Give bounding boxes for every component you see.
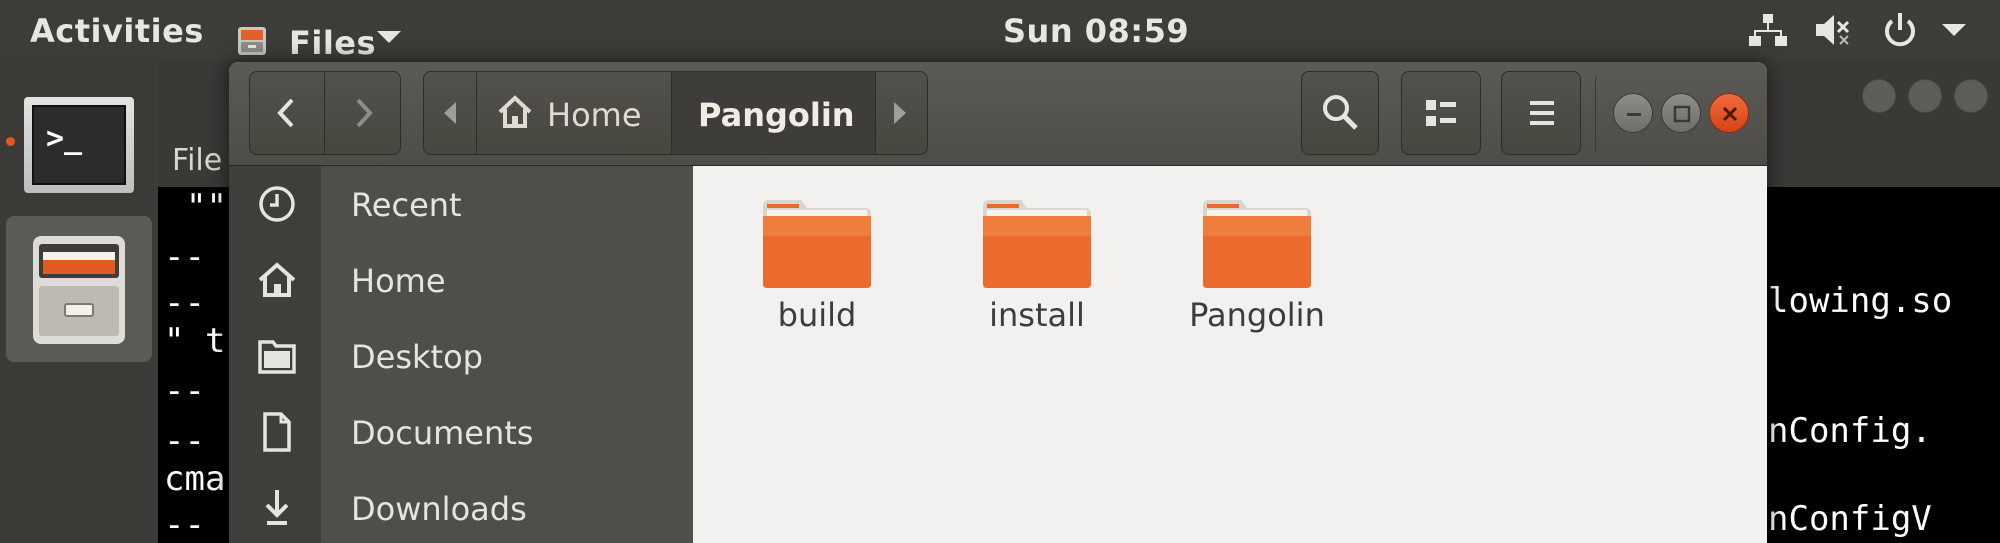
sidebar-item-label: Documents bbox=[351, 414, 534, 452]
sidebar-item-label: Downloads bbox=[351, 490, 527, 528]
minimize-icon bbox=[1627, 113, 1641, 116]
file-view: build install Pangolin bbox=[693, 166, 1767, 543]
folder-item[interactable]: build bbox=[731, 196, 881, 336]
path-scroll-right-icon[interactable] bbox=[888, 100, 912, 126]
chevron-down-icon bbox=[377, 31, 401, 43]
sidebar-item-downloads[interactable]: Downloads bbox=[229, 470, 693, 543]
file-cabinet-icon bbox=[33, 236, 125, 344]
terminal-line: cma bbox=[164, 459, 226, 499]
terminal-prompt: >_ bbox=[46, 121, 83, 156]
terminal-icon[interactable]: >_ bbox=[24, 97, 134, 193]
folder-item[interactable]: install bbox=[951, 196, 1101, 336]
forward-button[interactable] bbox=[348, 96, 378, 130]
path-item-home[interactable]: Home bbox=[476, 72, 672, 154]
dock: >_ bbox=[0, 59, 158, 543]
sidebar-item-documents[interactable]: Documents bbox=[229, 394, 693, 470]
network-icon[interactable] bbox=[1748, 12, 1788, 48]
folder-item[interactable]: Pangolin bbox=[1171, 196, 1325, 336]
places-sidebar: Recent Home Desktop Documents Downloads bbox=[229, 166, 693, 543]
folder-icon bbox=[763, 200, 871, 288]
clock-icon bbox=[259, 186, 295, 222]
home-icon bbox=[258, 262, 296, 297]
terminal-line: -- bbox=[164, 505, 205, 543]
sidebar-item-label: Home bbox=[351, 262, 446, 300]
back-button[interactable] bbox=[272, 96, 302, 130]
path-item-current[interactable]: Pangolin bbox=[672, 72, 876, 154]
maximize-icon bbox=[1673, 105, 1691, 123]
activities-button[interactable]: Activities bbox=[30, 12, 204, 50]
terminal-line: lowing.so bbox=[1768, 281, 1953, 321]
system-menu-chevron-icon[interactable] bbox=[1942, 24, 1966, 36]
search-icon bbox=[1323, 95, 1358, 130]
path-current-label: Pangolin bbox=[698, 96, 855, 134]
terminal-line: nConfigV bbox=[1768, 499, 1932, 539]
sidebar-item-home[interactable]: Home bbox=[229, 242, 693, 318]
app-menu-label: Files bbox=[289, 24, 377, 62]
running-indicator bbox=[6, 137, 15, 146]
terminal-line: -- bbox=[164, 237, 205, 277]
power-icon[interactable] bbox=[1880, 12, 1920, 48]
sidebar-item-label: Desktop bbox=[351, 338, 483, 376]
terminal-line: -- bbox=[164, 421, 205, 461]
sidebar-item-recent[interactable]: Recent bbox=[229, 166, 693, 242]
document-icon bbox=[263, 412, 291, 452]
files-window: Home Pangolin Recent Home Desktop Docume… bbox=[229, 62, 1767, 543]
terminal-line: -- bbox=[164, 283, 205, 323]
folder-name: build bbox=[777, 296, 857, 334]
hamburger-menu-icon bbox=[1530, 101, 1554, 125]
navigation-buttons bbox=[249, 71, 401, 155]
header-bar: Home Pangolin bbox=[229, 62, 1767, 166]
folder-name: Pangolin bbox=[1189, 296, 1325, 334]
terminal-line: nConfig. bbox=[1768, 411, 1932, 451]
terminal-screen: >_ bbox=[32, 105, 126, 185]
menu-file[interactable]: File bbox=[172, 143, 222, 178]
volume-muted-icon[interactable] bbox=[1812, 12, 1852, 48]
terminal-line: "" bbox=[186, 187, 227, 227]
menu-button[interactable] bbox=[1501, 71, 1581, 155]
close-button[interactable] bbox=[1709, 93, 1749, 133]
files-icon[interactable] bbox=[6, 216, 152, 362]
close-icon bbox=[1722, 106, 1738, 122]
folder-icon bbox=[1203, 200, 1311, 288]
files-app-icon bbox=[238, 27, 266, 55]
close-icon[interactable] bbox=[1954, 79, 1988, 113]
folder-icon bbox=[983, 200, 1091, 288]
sidebar-item-desktop[interactable]: Desktop bbox=[229, 318, 693, 394]
path-bar: Home Pangolin bbox=[423, 71, 928, 155]
path-scroll-left-icon[interactable] bbox=[438, 100, 462, 126]
clock[interactable]: Sun 08:59 bbox=[1003, 12, 1189, 50]
home-icon bbox=[498, 95, 532, 128]
download-icon bbox=[265, 490, 289, 525]
maximize-button[interactable] bbox=[1661, 93, 1701, 133]
divider bbox=[324, 72, 325, 154]
maximize-icon[interactable] bbox=[1908, 79, 1942, 113]
minimize-button[interactable] bbox=[1613, 93, 1653, 133]
list-view-icon bbox=[1426, 100, 1456, 126]
search-button[interactable] bbox=[1301, 71, 1379, 155]
terminal-line: -- bbox=[164, 371, 205, 411]
sidebar-item-label: Recent bbox=[351, 186, 462, 224]
minimize-icon[interactable] bbox=[1862, 79, 1896, 113]
folder-name: install bbox=[989, 296, 1085, 334]
top-bar: Activities Files Sun 08:59 bbox=[0, 0, 2000, 62]
path-home-label: Home bbox=[547, 96, 642, 134]
divider bbox=[1595, 76, 1596, 152]
terminal-line: " t bbox=[164, 321, 226, 361]
view-toggle-button[interactable] bbox=[1401, 71, 1481, 155]
desktop-folder-icon bbox=[258, 340, 296, 374]
